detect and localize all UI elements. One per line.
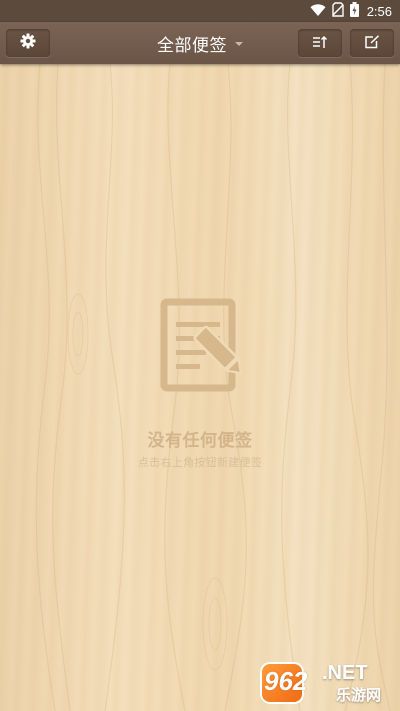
battery-icon xyxy=(349,1,359,21)
sort-icon xyxy=(312,34,328,53)
new-note-button[interactable] xyxy=(350,29,394,57)
note-edit-icon xyxy=(160,298,248,398)
notes-filter-dropdown[interactable]: 全部便签 xyxy=(120,22,280,64)
empty-state-hint: 点击右上角按钮新建便签 xyxy=(137,456,263,469)
page-title: 全部便签 xyxy=(157,35,227,56)
gear-icon xyxy=(20,33,36,53)
watermark-site: 乐游网 xyxy=(336,686,382,704)
no-sim-icon xyxy=(331,1,344,21)
status-bar: 2:56 xyxy=(0,0,400,22)
status-icons: 2:56 xyxy=(310,1,392,21)
wifi-icon xyxy=(310,2,326,21)
settings-button[interactable] xyxy=(6,29,50,57)
empty-state-title: 没有任何便签 xyxy=(147,431,253,451)
sort-button[interactable] xyxy=(298,29,342,57)
watermark-number: 962 xyxy=(264,666,308,696)
watermark-suffix: .NET xyxy=(322,662,368,684)
status-time: 2:56 xyxy=(366,3,392,19)
watermark-logo: 962 .NET 乐游网 xyxy=(262,660,394,706)
chevron-down-icon xyxy=(235,42,243,46)
toolbar: 全部便签 xyxy=(0,22,400,64)
new-note-icon xyxy=(364,34,380,53)
